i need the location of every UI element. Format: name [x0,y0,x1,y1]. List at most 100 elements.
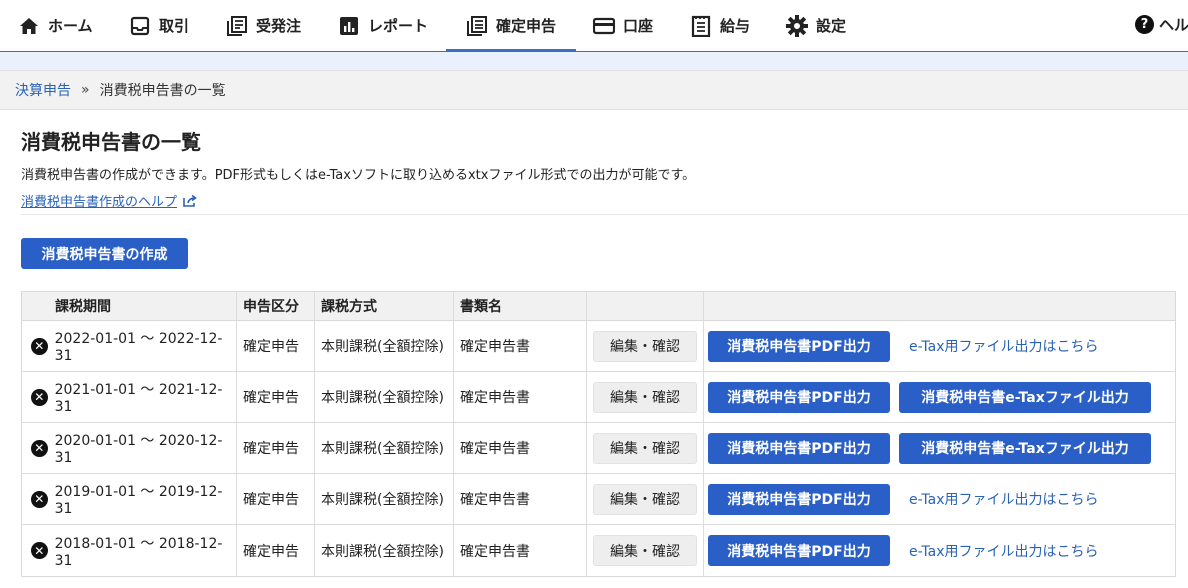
tax-return-icon [466,15,488,37]
gear-icon [786,14,808,37]
doc-cell: 確定申告書 [454,372,587,422]
nav-label: 取引 [159,17,190,35]
pdf-output-button[interactable]: 消費税申告書PDF出力 [708,432,890,464]
pdf-output-button[interactable]: 消費税申告書PDF出力 [708,330,890,362]
nav-label: ホーム [48,17,93,35]
breadcrumb-current: 消費税申告書の一覧 [99,83,226,99]
etax-file-link[interactable]: e-Tax用ファイル出力はこちら [909,336,1098,356]
edit-cell: 編集・確認 [587,372,704,422]
pdf-output-button[interactable]: 消費税申告書PDF出力 [708,483,890,515]
table-row: ✕ 2022-01-01 ～ 2022-12-31 確定申告 本則課税(全額控除… [22,321,1175,372]
table-row: ✕ 2019-01-01 ～ 2019-12-31 確定申告 本則課税(全額控除… [22,474,1175,525]
pdf-output-button[interactable]: 消費税申告書PDF出力 [708,535,890,566]
tax-return-table: 課税期間 申告区分 課税方式 書類名 ✕ 2022-01-01 ～ 2022-1… [21,291,1176,577]
nav-label: レポート [368,17,429,35]
pdf-output-button[interactable]: 消費税申告書PDF出力 [708,381,890,413]
doc-cell: 確定申告書 [454,474,587,524]
header-strip [0,52,1188,70]
etax-file-link[interactable]: e-Tax用ファイル出力はこちら [909,541,1098,561]
delete-icon[interactable]: ✕ [31,542,48,559]
edit-confirm-button[interactable]: 編集・確認 [593,535,697,566]
nav-label: ヘルプ [1159,16,1188,34]
nav-label: 給与 [720,17,751,35]
documents-icon [226,15,248,37]
output-cell: 消費税申告書PDF出力 e-Tax用ファイル出力はこちら [704,321,1175,371]
edit-cell: 編集・確認 [587,321,704,371]
output-cell: 消費税申告書PDF出力 消費税申告書e-Taxファイル出力 [704,423,1175,473]
nav-item-home[interactable]: ホーム [18,0,93,51]
period-cell: ✕ 2020-01-01 ～ 2020-12-31 [22,423,237,473]
period-cell: ✕ 2022-01-01 ～ 2022-12-31 [22,321,237,371]
doc-cell: 確定申告書 [454,321,587,371]
help-link[interactable]: 消費税申告書作成のヘルプ [21,191,197,210]
breadcrumb-parent-link[interactable]: 決算申告 [15,80,71,100]
card-icon [593,15,615,37]
external-link-icon [183,194,197,207]
header-doc: 書類名 [454,292,587,320]
kubun-cell: 確定申告 [237,525,315,576]
doc-cell: 確定申告書 [454,423,587,473]
breadcrumb-separator: » [81,82,90,98]
delete-icon[interactable]: ✕ [31,439,48,457]
delete-icon[interactable]: ✕ [31,490,48,508]
method-cell: 本則課税(全額控除) [315,423,454,473]
table-row: ✕ 2021-01-01 ～ 2021-12-31 確定申告 本則課税(全額控除… [22,372,1175,423]
doc-cell: 確定申告書 [454,525,587,576]
delete-icon[interactable]: ✕ [31,337,48,355]
method-cell: 本則課税(全額控除) [315,372,454,422]
nav-item-settings[interactable]: 設定 [786,0,846,51]
kubun-cell: 確定申告 [237,321,315,371]
nav-item-tax-return[interactable]: 確定申告 [445,0,577,52]
table-header: 課税期間 申告区分 課税方式 書類名 [22,292,1175,321]
delete-icon[interactable]: ✕ [31,388,48,406]
nav-label: 受発注 [256,17,302,35]
period-text: 2021-01-01 ～ 2021-12-31 [54,382,223,415]
divider [21,214,1188,215]
header-kubun: 申告区分 [237,292,315,320]
edit-confirm-button[interactable]: 編集・確認 [593,483,697,515]
kubun-cell: 確定申告 [237,423,315,473]
payroll-icon [690,15,712,37]
period-cell: ✕ 2018-01-01 ～ 2018-12-31 [22,525,237,576]
kubun-cell: 確定申告 [237,474,315,524]
edit-confirm-button[interactable]: 編集・確認 [593,432,697,464]
period-text: 2019-01-01 ～ 2019-12-31 [54,484,223,517]
edit-confirm-button[interactable]: 編集・確認 [593,381,697,413]
page-title: 消費税申告書の一覧 [21,130,201,154]
help-link-label: 消費税申告書作成のヘルプ [21,195,178,210]
edit-cell: 編集・確認 [587,525,704,576]
header-period: 課税期間 [22,292,237,320]
nav-item-accounts[interactable]: 口座 [593,0,653,51]
edit-confirm-button[interactable]: 編集・確認 [593,330,697,362]
kubun-cell: 確定申告 [237,372,315,422]
table-row: ✕ 2018-01-01 ～ 2018-12-31 確定申告 本則課税(全額控除… [22,525,1175,576]
nav-label: 確定申告 [496,17,557,35]
nav-item-orders[interactable]: 受発注 [226,0,301,51]
method-cell: 本則課税(全額控除) [315,525,454,576]
etax-output-button[interactable]: 消費税申告書e-Taxファイル出力 [899,432,1151,464]
etax-output-button[interactable]: 消費税申告書e-Taxファイル出力 [899,381,1151,413]
page-description: 消費税申告書の作成ができます。PDF形式もしくはe-Taxソフトに取り込めるxt… [21,168,696,183]
chart-icon [338,15,360,37]
nav-item-transactions[interactable]: 取引 [129,0,189,51]
period-cell: ✕ 2021-01-01 ～ 2021-12-31 [22,372,237,422]
nav-item-reports[interactable]: レポート [338,0,428,51]
nav-item-help[interactable]: ? ヘルプ [1135,14,1188,35]
inbox-icon [129,15,151,37]
nav-item-payroll[interactable]: 給与 [690,0,750,51]
top-nav: ホーム 取引 受発注 レポート 確定申告 口座 給与 設定 ? ヘル [0,0,1188,52]
home-icon [18,15,40,37]
output-cell: 消費税申告書PDF出力 e-Tax用ファイル出力はこちら [704,525,1175,576]
period-text: 2022-01-01 ～ 2022-12-31 [54,331,223,364]
method-cell: 本則課税(全額控除) [315,474,454,524]
method-cell: 本則課税(全額控除) [315,321,454,371]
breadcrumb: 決算申告 » 消費税申告書の一覧 [0,70,1188,110]
output-cell: 消費税申告書PDF出力 e-Tax用ファイル出力はこちら [704,474,1175,524]
create-tax-return-button[interactable]: 消費税申告書の作成 [21,238,188,269]
table-row: ✕ 2020-01-01 ～ 2020-12-31 確定申告 本則課税(全額控除… [22,423,1175,474]
nav-label: 口座 [623,17,654,35]
period-text: 2018-01-01 ～ 2018-12-31 [54,535,223,569]
header-method: 課税方式 [315,292,454,320]
etax-file-link[interactable]: e-Tax用ファイル出力はこちら [909,489,1098,509]
header-edit [587,292,704,320]
